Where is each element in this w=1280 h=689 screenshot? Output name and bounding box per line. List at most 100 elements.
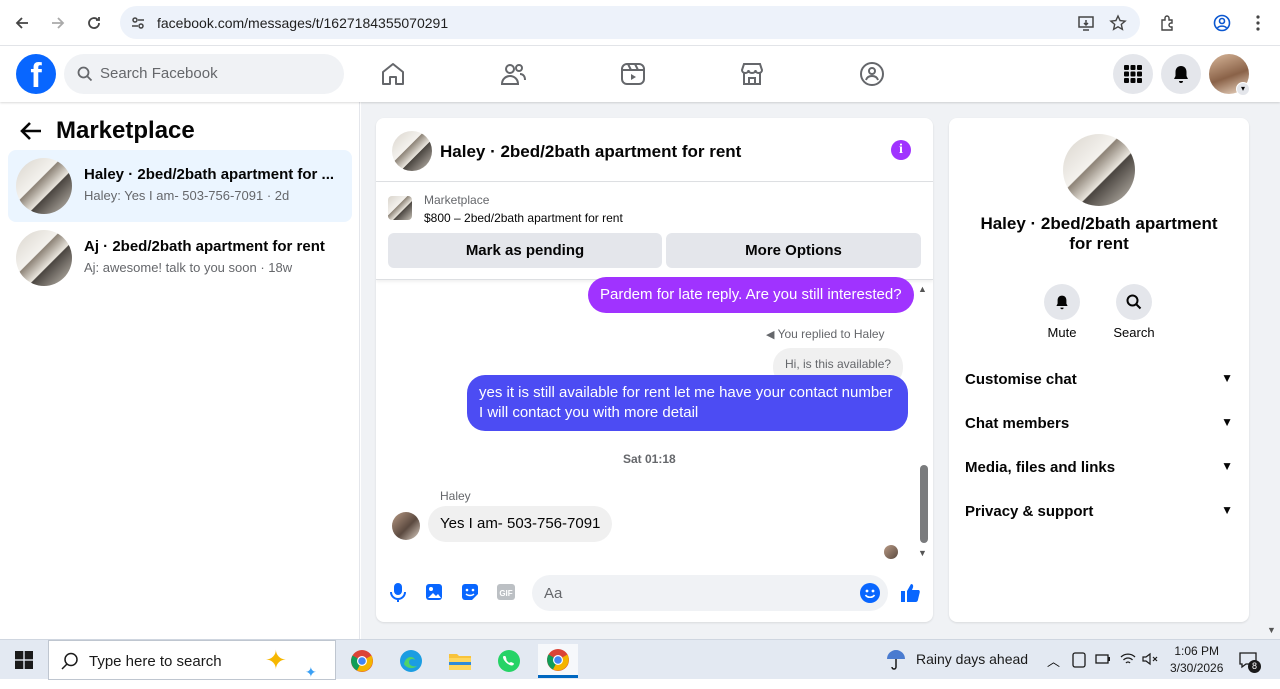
chat-avatar[interactable] xyxy=(1063,134,1135,206)
customise-chat-row[interactable]: Customise chat ▼ xyxy=(965,371,1233,391)
weather-text[interactable]: Rainy days ahead xyxy=(916,651,1028,667)
conversation-name: Aj · 2bed/2bath apartment for rent xyxy=(84,238,325,255)
video-icon[interactable] xyxy=(619,60,647,88)
chevron-up-icon[interactable]: ︿ xyxy=(1047,651,1060,670)
chrome-profile-taskbar-icon[interactable] xyxy=(342,644,382,678)
edge-taskbar-icon[interactable] xyxy=(391,644,431,678)
listing-thumbnail[interactable] xyxy=(388,196,412,220)
photo-icon[interactable] xyxy=(423,581,445,603)
facebook-navbar: f Search Facebook ▾ xyxy=(0,46,1280,102)
listing-thumbnail xyxy=(16,230,72,286)
chevron-down-icon[interactable]: ▾ xyxy=(1236,82,1250,96)
incoming-message[interactable]: Yes I am- 503-756-7091 xyxy=(428,506,613,542)
taskbar-search[interactable]: Type here to search ✦ ✦ xyxy=(48,640,336,680)
menu-grid-button[interactable] xyxy=(1113,54,1153,94)
page-scroll-down-icon[interactable]: ▼ xyxy=(1267,625,1276,635)
grid-icon xyxy=(1124,65,1142,83)
mark-as-pending-button[interactable]: Mark as pending xyxy=(388,233,662,268)
site-settings-icon[interactable] xyxy=(130,15,146,31)
whatsapp-taskbar-icon[interactable] xyxy=(489,644,529,678)
chat-scrollbar[interactable] xyxy=(920,465,928,543)
bell-icon xyxy=(1174,66,1188,83)
sender-avatar[interactable] xyxy=(392,512,420,540)
message-composer: GIF Aa xyxy=(376,568,933,622)
chrome-taskbar-icon[interactable] xyxy=(538,644,578,678)
marketplace-icon[interactable] xyxy=(738,60,766,88)
chat-thumbnail[interactable] xyxy=(392,131,432,171)
groups-icon[interactable] xyxy=(858,60,886,88)
search-facebook-input[interactable]: Search Facebook xyxy=(64,54,344,94)
chat-header: Haley · 2bed/2bath apartment for rent i xyxy=(376,118,933,182)
thumbs-up-icon[interactable] xyxy=(899,582,921,604)
chat-details-panel: Haley · 2bed/2bath apartment for rent Mu… xyxy=(949,118,1249,622)
browser-menu-icon[interactable] xyxy=(1246,11,1270,35)
search-icon xyxy=(61,652,78,670)
info-icon[interactable]: i xyxy=(891,140,911,160)
search-conversation-button[interactable]: Search xyxy=(1104,284,1164,340)
conversation-item[interactable]: Haley · 2bed/2bath apartment for ... Hal… xyxy=(8,150,352,222)
bookmark-star-icon[interactable] xyxy=(1109,14,1127,32)
search-highlight-icon: ✦ ✦ xyxy=(265,645,317,680)
windows-start-icon[interactable] xyxy=(15,651,33,669)
home-icon[interactable] xyxy=(379,60,407,88)
media-files-links-row[interactable]: Media, files and links ▼ xyxy=(965,459,1233,479)
gif-icon[interactable]: GIF xyxy=(495,581,517,603)
profile-icon[interactable] xyxy=(1210,11,1234,35)
more-options-button[interactable]: More Options xyxy=(666,233,921,268)
outgoing-message[interactable]: Pardem for late reply. Are you still int… xyxy=(588,277,914,313)
file-explorer-taskbar-icon[interactable] xyxy=(440,644,480,678)
conversation-preview: Aj: awesome! talk to you soon · 18w xyxy=(84,260,293,275)
facebook-logo[interactable]: f xyxy=(16,54,56,94)
microphone-icon[interactable] xyxy=(387,581,409,603)
read-receipt-avatar xyxy=(884,545,898,559)
rain-weather-icon[interactable] xyxy=(884,649,908,671)
reply-indicator: ◀ You replied to Haley xyxy=(766,327,885,341)
reload-icon[interactable] xyxy=(82,11,106,35)
message-thread: Pardem for late reply. Are you still int… xyxy=(376,277,933,565)
reply-icon: ◀ xyxy=(766,329,775,341)
chat-title[interactable]: Haley · 2bed/2bath apartment for rent xyxy=(440,142,741,162)
battery-icon[interactable] xyxy=(1095,653,1111,665)
sender-name: Haley xyxy=(440,489,471,503)
taskbar: Type here to search ✦ ✦ Rainy days ahead … xyxy=(0,639,1280,680)
message-input[interactable]: Aa xyxy=(532,575,888,611)
wifi-icon[interactable] xyxy=(1120,652,1136,666)
sticker-icon[interactable] xyxy=(459,581,481,603)
emoji-icon[interactable] xyxy=(860,583,880,603)
url-text: facebook.com/messages/t/1627184355070291 xyxy=(157,15,449,31)
back-arrow-icon[interactable] xyxy=(20,121,42,141)
listing-thumbnail xyxy=(16,158,72,214)
chevron-down-icon: ▼ xyxy=(1221,503,1233,517)
chat-panel: Haley · 2bed/2bath apartment for rent i … xyxy=(376,118,933,622)
scroll-up-icon[interactable]: ▲ xyxy=(918,284,927,294)
bell-icon xyxy=(1056,295,1068,310)
chevron-down-icon: ▼ xyxy=(1221,459,1233,473)
search-icon xyxy=(77,66,93,82)
chevron-down-icon: ▼ xyxy=(1221,371,1233,385)
meet-now-icon[interactable] xyxy=(1072,652,1086,668)
mute-button[interactable]: Mute xyxy=(1032,284,1092,340)
system-clock[interactable]: 1:06 PM 3/30/2026 xyxy=(1170,643,1223,677)
marketplace-label: Marketplace xyxy=(424,193,490,207)
svg-text:GIF: GIF xyxy=(499,589,512,598)
volume-icon[interactable] xyxy=(1142,652,1158,666)
back-icon[interactable] xyxy=(10,11,34,35)
marketplace-listing-card: Marketplace $800 – 2bed/2bath apartment … xyxy=(376,183,933,280)
forward-icon[interactable] xyxy=(46,11,70,35)
message-timestamp: Sat 01:18 xyxy=(623,452,676,466)
chevron-down-icon: ▼ xyxy=(1221,415,1233,429)
page-title: Marketplace xyxy=(56,117,195,144)
notifications-button[interactable] xyxy=(1161,54,1201,94)
scroll-down-icon[interactable]: ▼ xyxy=(918,548,927,558)
privacy-support-row[interactable]: Privacy & support ▼ xyxy=(965,503,1233,523)
listing-title[interactable]: $800 – 2bed/2bath apartment for rent xyxy=(424,211,623,225)
friends-icon[interactable] xyxy=(499,60,527,88)
install-app-icon[interactable] xyxy=(1077,14,1095,32)
outgoing-message[interactable]: yes it is still available for rent let m… xyxy=(467,375,908,431)
extensions-icon[interactable] xyxy=(1156,11,1180,35)
address-bar[interactable]: facebook.com/messages/t/1627184355070291 xyxy=(120,6,1140,39)
notification-count-badge: 8 xyxy=(1248,660,1261,673)
chat-members-row[interactable]: Chat members ▼ xyxy=(965,415,1233,435)
conversation-item[interactable]: Aj · 2bed/2bath apartment for rent Aj: a… xyxy=(8,222,352,294)
details-title: Haley · 2bed/2bath apartment for rent xyxy=(980,214,1218,253)
